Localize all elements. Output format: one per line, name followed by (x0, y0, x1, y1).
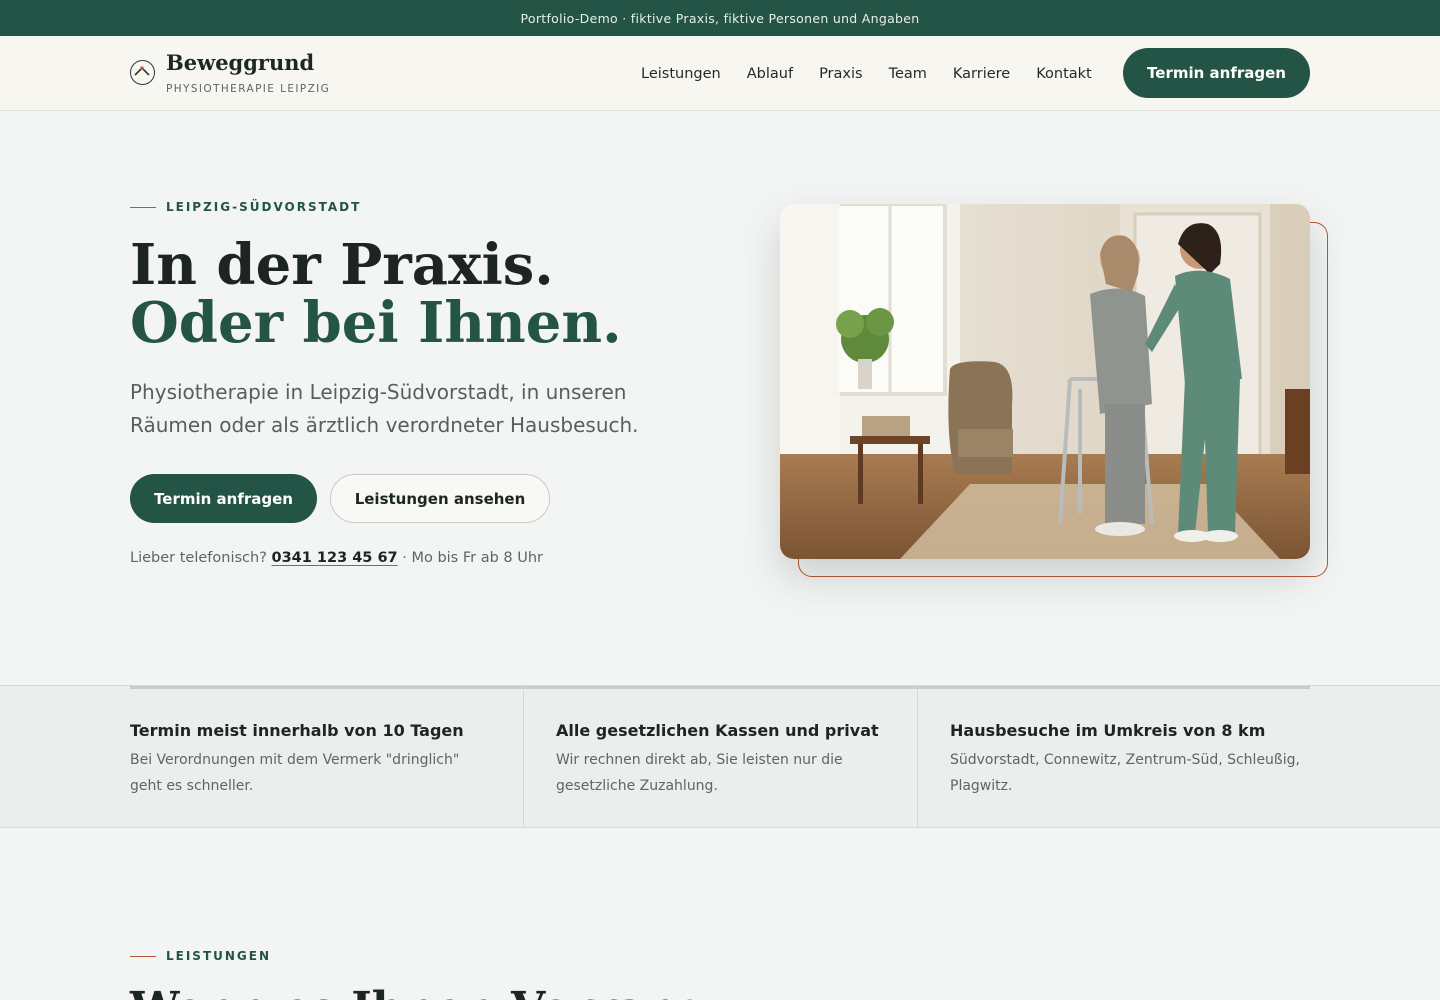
usp-text: Südvorstadt, Connewitz, Zentrum-Süd, Sch… (950, 752, 1300, 794)
services-eyebrow: LEISTUNGEN (130, 949, 271, 963)
nav-link-team[interactable]: Team (889, 64, 927, 84)
nav-link-praxis[interactable]: Praxis (819, 64, 863, 84)
usp-text: Bei Verordnungen mit dem Vermerk "dringl… (130, 752, 460, 794)
eyebrow-rule (130, 206, 156, 208)
usp-title: Hausbesuche im Umkreis von 8 km (950, 721, 1266, 740)
site-header: Beweggrund PHYSIOTHERAPIE LEIPZIG Leistu… (0, 36, 1440, 111)
services-eyebrow-label: LEISTUNGEN (166, 949, 272, 963)
brand-logo-link[interactable]: Beweggrund PHYSIOTHERAPIE LEIPZIG (130, 50, 330, 95)
demo-notice-text: Portfolio-Demo · fiktive Praxis, fiktive… (520, 10, 920, 26)
services-heading: Wenn es Ihnen Vorrang (130, 984, 708, 1000)
hero-appointment-button[interactable]: Termin anfragen (130, 474, 317, 523)
nav-link-kontakt[interactable]: Kontakt (1036, 64, 1092, 84)
brand-name: Beweggrund (166, 50, 315, 75)
hero-lead: Physiotherapie in Leipzig-Südvorstadt, i… (130, 380, 639, 437)
eyebrow-rule (130, 955, 156, 957)
usp-title: Alle gesetzlichen Kassen und privat (556, 721, 879, 740)
usp-strip: Termin meist innerhalb von 10 Tagen Bei … (0, 685, 1440, 828)
brand-tagline: PHYSIOTHERAPIE LEIPZIG (166, 83, 331, 95)
main-navigation: Leistungen Ablauf Praxis Team Karriere K… (641, 64, 1118, 84)
demo-notice-bar: Portfolio-Demo · fiktive Praxis, fiktive… (0, 0, 1440, 36)
phone-number-link[interactable]: 0341 123 45 67 (272, 550, 398, 566)
nav-link-ablauf[interactable]: Ablauf (747, 64, 793, 84)
hero-title-line1: In der Praxis. (130, 232, 554, 298)
usp-item-home-visits: Hausbesuche im Umkreis von 8 km Südvorst… (918, 686, 1310, 828)
phone-prefix: Lieber telefonisch? (130, 550, 267, 566)
hero-eyebrow: LEIPZIG-SÜDVORSTADT (130, 200, 361, 214)
usp-title: Termin meist innerhalb von 10 Tagen (130, 721, 464, 740)
hero-services-button[interactable]: Leistungen ansehen (330, 474, 550, 523)
header-appointment-button[interactable]: Termin anfragen (1123, 48, 1310, 98)
hero-title: In der Praxis. Oder bei Ihnen. (130, 236, 622, 352)
nav-link-leistungen[interactable]: Leistungen (641, 64, 721, 84)
usp-text: Wir rechnen direkt ab, Sie leisten nur d… (556, 752, 843, 794)
nav-link-karriere[interactable]: Karriere (953, 64, 1010, 84)
usp-item-appointment: Termin meist innerhalb von 10 Tagen Bei … (130, 686, 524, 828)
usp-item-insurance: Alle gesetzlichen Kassen und privat Wir … (524, 686, 918, 828)
phone-contact-line: Lieber telefonisch? 0341 123 45 67 · Mo … (130, 550, 543, 566)
hero-photo-therapist-with-patient (780, 204, 1310, 559)
hero-eyebrow-label: LEIPZIG-SÜDVORSTADT (166, 200, 362, 214)
hero-title-line2: Oder bei Ihnen. (130, 290, 622, 356)
mountain-circle-icon (130, 60, 155, 85)
phone-hours: · Mo bis Fr ab 8 Uhr (402, 550, 543, 566)
